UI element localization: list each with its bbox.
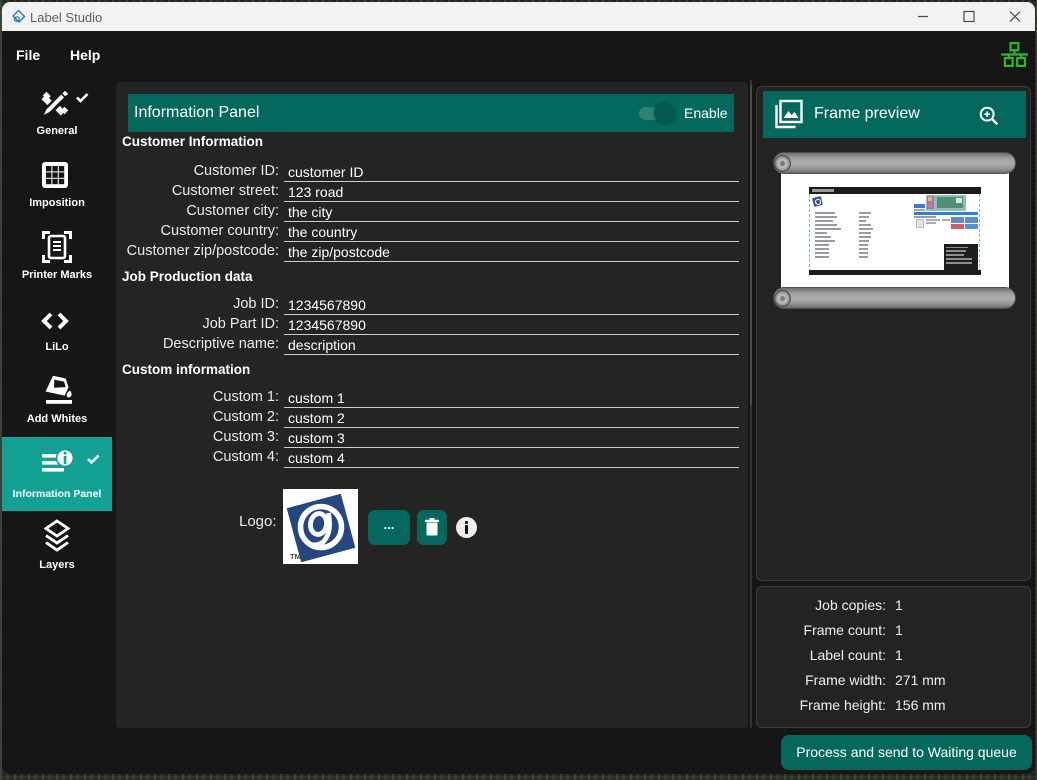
svg-text:TM: TM [290, 552, 301, 561]
